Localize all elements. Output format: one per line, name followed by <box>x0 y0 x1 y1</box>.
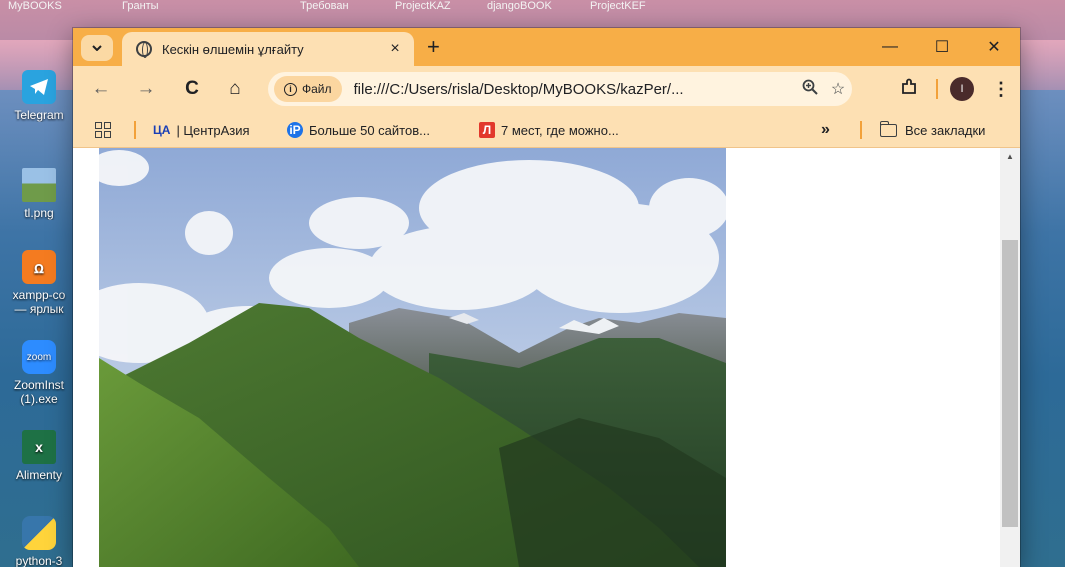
image-file-icon <box>22 168 56 202</box>
bookmark-label: 7 мест, где можно... <box>501 122 619 138</box>
all-bookmarks-label: Все закладки <box>905 122 986 138</box>
url-text[interactable]: file:///C:/Users/risla/Desktop/MyBOOKS/k… <box>354 81 796 98</box>
browser-toolbar: ← → C ⌂ i Файл file:///C:/Users/risla/De… <box>73 66 1020 112</box>
page-viewport: ▲ <box>73 148 1020 567</box>
desktop-label[interactable]: Требован <box>300 0 349 12</box>
desktop-label[interactable]: Гранты <box>122 0 159 12</box>
chevron-down-icon <box>92 45 102 51</box>
site-info-label: Файл <box>302 82 332 96</box>
new-tab-button[interactable]: + <box>427 34 440 60</box>
desktop-icon-zoom[interactable]: zoom ZoomInst (1).exe <box>4 340 74 406</box>
reload-button[interactable]: C <box>178 75 206 103</box>
desktop-icon-label: Telegram <box>14 108 64 122</box>
bookmark-item[interactable]: Л 7 мест, где можно... <box>479 112 619 148</box>
vertical-scrollbar[interactable]: ▲ <box>1000 148 1020 567</box>
tab-search-button[interactable] <box>81 35 113 61</box>
desktop-icon-label: ZoomInst <box>13 378 64 392</box>
bookmarks-divider <box>134 121 136 139</box>
ip-favicon-icon: iP <box>287 122 303 138</box>
desktop-icon-label: — ярлык <box>14 302 64 316</box>
info-icon: i <box>284 82 297 96</box>
bookmark-label: | ЦентрАзия <box>176 122 250 138</box>
bookmark-item[interactable]: ЦА | ЦентрАзия <box>153 112 250 148</box>
desktop-icon-xampp[interactable]: ꭥ xampp-co — ярлык <box>4 250 74 316</box>
maximize-button[interactable]: ☐ <box>916 28 968 66</box>
extensions-icon[interactable] <box>894 78 924 101</box>
tab-close-button[interactable]: × <box>386 40 404 58</box>
browser-window: Кескін өлшемін ұлғайту × + — ☐ ✕ ← → C ⌂… <box>73 28 1020 567</box>
desktop-icon-label: xampp-co <box>12 288 66 302</box>
xampp-icon: ꭥ <box>22 250 56 284</box>
all-bookmarks-button[interactable]: Все закладки <box>879 112 986 148</box>
desktop-icon-label: Alimenty <box>15 468 62 482</box>
more-bookmarks-button[interactable]: » <box>821 121 830 139</box>
zoom-icon[interactable] <box>796 79 824 100</box>
desktop-label[interactable]: ProjectKAZ <box>395 0 451 12</box>
desktop-icon-python[interactable]: python-3 <box>4 516 74 567</box>
browser-tab-active[interactable]: Кескін өлшемін ұлғайту × <box>122 32 414 66</box>
desktop-icon-label: tl.png <box>24 206 54 220</box>
globe-icon <box>136 41 152 58</box>
scroll-up-arrow[interactable]: ▲ <box>1000 150 1020 164</box>
desktop-icon-telegram[interactable]: Telegram <box>4 70 74 122</box>
centrasia-favicon-icon: ЦА <box>153 123 171 137</box>
bookmarks-bar: ЦА | ЦентрАзия iP Больше 50 сайтов... Л … <box>73 112 1020 148</box>
home-button[interactable]: ⌂ <box>221 75 249 103</box>
back-button[interactable]: ← <box>87 75 115 103</box>
excel-icon: x <box>22 430 56 464</box>
site-info-chip[interactable]: i Файл <box>274 76 342 102</box>
bookmark-label: Больше 50 сайтов... <box>309 122 430 138</box>
scrollbar-thumb[interactable] <box>1002 240 1018 527</box>
close-window-button[interactable]: ✕ <box>968 28 1020 66</box>
desktop-icon-label: (1).exe <box>20 392 58 406</box>
desktop-label[interactable]: MyBOOKS <box>8 0 62 12</box>
browser-titlebar[interactable]: Кескін өлшемін ұлғайту × + — ☐ ✕ <box>73 28 1020 66</box>
telegram-icon <box>22 70 56 104</box>
desktop-icon-image[interactable]: tl.png <box>4 168 74 220</box>
apps-grid-icon[interactable] <box>95 122 111 138</box>
forward-button[interactable]: → <box>132 75 160 103</box>
desktop-label[interactable]: djangoBOOK <box>487 0 552 12</box>
desktop-icon-excel[interactable]: x Alimenty <box>4 430 74 482</box>
zoom-icon: zoom <box>22 340 56 374</box>
python-icon <box>22 516 56 550</box>
desktop-top-labels: MyBOOKS Гранты Требован ProjectKAZ djang… <box>0 0 1065 14</box>
desktop-label[interactable]: ProjectKEF <box>590 0 646 12</box>
bookmark-item[interactable]: iP Больше 50 сайтов... <box>287 112 430 148</box>
bookmarks-divider <box>860 121 862 139</box>
tab-title: Кескін өлшемін ұлғайту <box>162 41 304 57</box>
profile-avatar[interactable]: I <box>950 77 974 101</box>
l-favicon-icon: Л <box>479 122 495 138</box>
toolbar-right: I ⋮ <box>894 74 1010 104</box>
window-controls: — ☐ ✕ <box>864 28 1020 66</box>
folder-icon <box>879 120 897 137</box>
desktop-icon-label: python-3 <box>15 554 63 567</box>
minimize-button[interactable]: — <box>864 28 916 66</box>
toolbar-divider <box>936 79 938 99</box>
mountain-landscape-image <box>99 148 726 567</box>
menu-kebab-icon[interactable]: ⋮ <box>992 79 1010 100</box>
bookmark-star-icon[interactable]: ☆ <box>824 79 852 99</box>
address-bar[interactable]: i Файл file:///C:/Users/risla/Desktop/My… <box>268 72 852 106</box>
